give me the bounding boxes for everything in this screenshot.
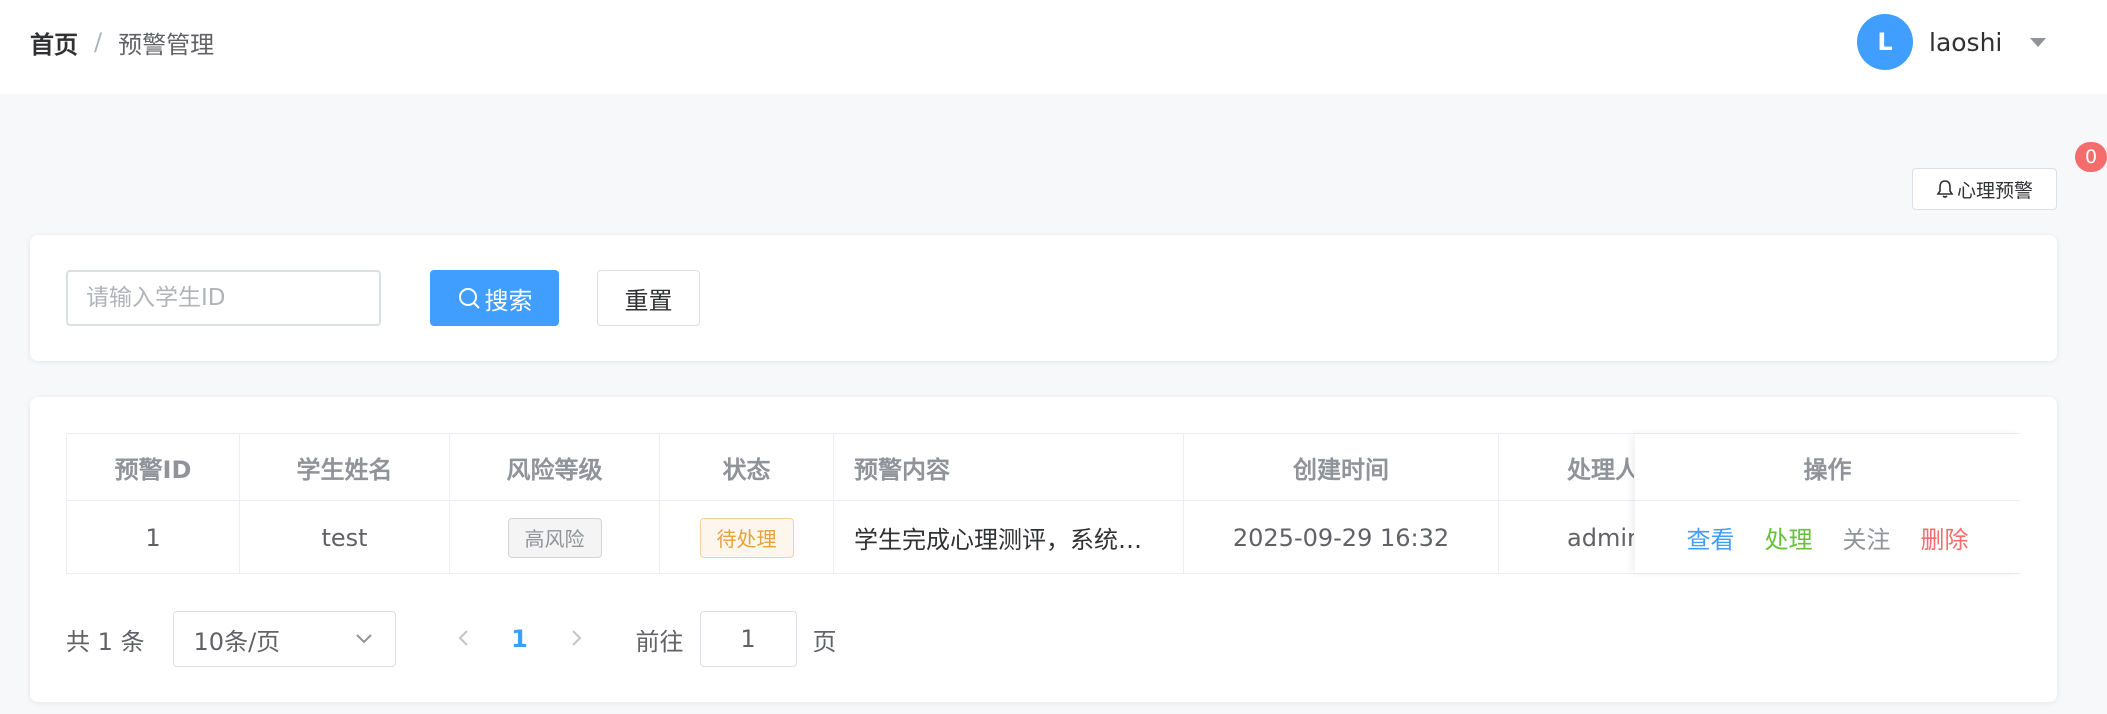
avatar[interactable]: L	[1857, 14, 1913, 70]
cell-alert-id: 1	[67, 501, 240, 574]
column-header-actions: 操作	[1635, 434, 2020, 501]
pagination: 共 1 条 10条/页 1 前往 1 页	[66, 611, 837, 667]
column-header-content: 预警内容	[834, 434, 1184, 500]
breadcrumb: 首页 / 预警管理	[30, 24, 214, 60]
page-size-select[interactable]: 10条/页	[172, 611, 396, 667]
alert-table: 预警ID 学生姓名 风险等级 状态 预警内容 创建时间 处理人 1 test 高…	[66, 433, 2020, 574]
top-header: 首页 / 预警管理 L laoshi	[0, 0, 2107, 94]
chevron-left-icon	[458, 630, 468, 646]
chevron-down-icon	[355, 634, 372, 644]
alert-count-badge: 0	[2075, 142, 2107, 172]
alert-table-panel: 预警ID 学生姓名 风险等级 状态 预警内容 创建时间 处理人 1 test 高…	[30, 397, 2057, 702]
cell-risk-level: 高风险	[450, 501, 660, 574]
breadcrumb-current: 预警管理	[118, 30, 215, 59]
search-button-label: 搜索	[484, 286, 533, 315]
breadcrumb-home[interactable]: 首页	[30, 25, 78, 60]
page-number-current[interactable]: 1	[500, 625, 540, 653]
goto-page-input[interactable]: 1	[699, 611, 797, 667]
pagination-total: 共 1 条	[66, 627, 145, 656]
goto-label: 前往	[635, 627, 684, 656]
column-header-created-at: 创建时间	[1184, 434, 1499, 500]
page-unit-label: 页	[812, 627, 837, 656]
delete-action[interactable]: 删除	[1921, 520, 1969, 555]
risk-level-tag: 高风险	[507, 517, 602, 558]
username[interactable]: laoshi	[1929, 28, 2002, 57]
prev-page-button[interactable]	[444, 625, 484, 653]
breadcrumb-separator: /	[94, 28, 103, 56]
caret-down-icon[interactable]	[2030, 37, 2047, 47]
page-size-value: 10条/页	[193, 627, 281, 656]
actions-column: 操作 查看 处理 关注 删除	[1635, 434, 2020, 573]
psych-alert-button[interactable]: 心理预警	[1912, 168, 2057, 210]
student-id-input[interactable]	[66, 270, 381, 326]
cell-handler: admin	[1567, 523, 1634, 552]
user-menu[interactable]: L laoshi	[1857, 14, 2047, 70]
column-header-alert-id: 预警ID	[67, 434, 240, 500]
follow-action[interactable]: 关注	[1843, 520, 1891, 555]
bell-icon	[1936, 180, 1954, 198]
handle-action[interactable]: 处理	[1765, 520, 1813, 555]
view-action[interactable]: 查看	[1687, 520, 1735, 555]
cell-created-at: 2025-09-29 16:32	[1184, 501, 1499, 574]
column-header-student-name: 学生姓名	[240, 434, 450, 500]
column-header-status: 状态	[660, 434, 834, 500]
search-icon	[458, 288, 480, 309]
chevron-right-icon	[571, 630, 581, 646]
row-actions: 查看 处理 关注 删除	[1635, 501, 2020, 573]
cell-student-name: test	[240, 501, 450, 574]
cell-status: 待处理	[660, 501, 834, 574]
cell-content: 学生完成心理测评，系统…	[834, 501, 1184, 574]
next-page-button[interactable]	[556, 625, 596, 653]
status-tag: 待处理	[699, 517, 794, 558]
column-header-handler: 处理人	[1567, 455, 1634, 484]
psych-alert-label: 心理预警	[1956, 179, 2033, 202]
reset-button[interactable]: 重置	[597, 270, 700, 326]
search-panel: 搜索 重置	[30, 235, 2057, 361]
column-header-risk-level: 风险等级	[450, 434, 660, 500]
search-button[interactable]: 搜索	[430, 270, 559, 326]
